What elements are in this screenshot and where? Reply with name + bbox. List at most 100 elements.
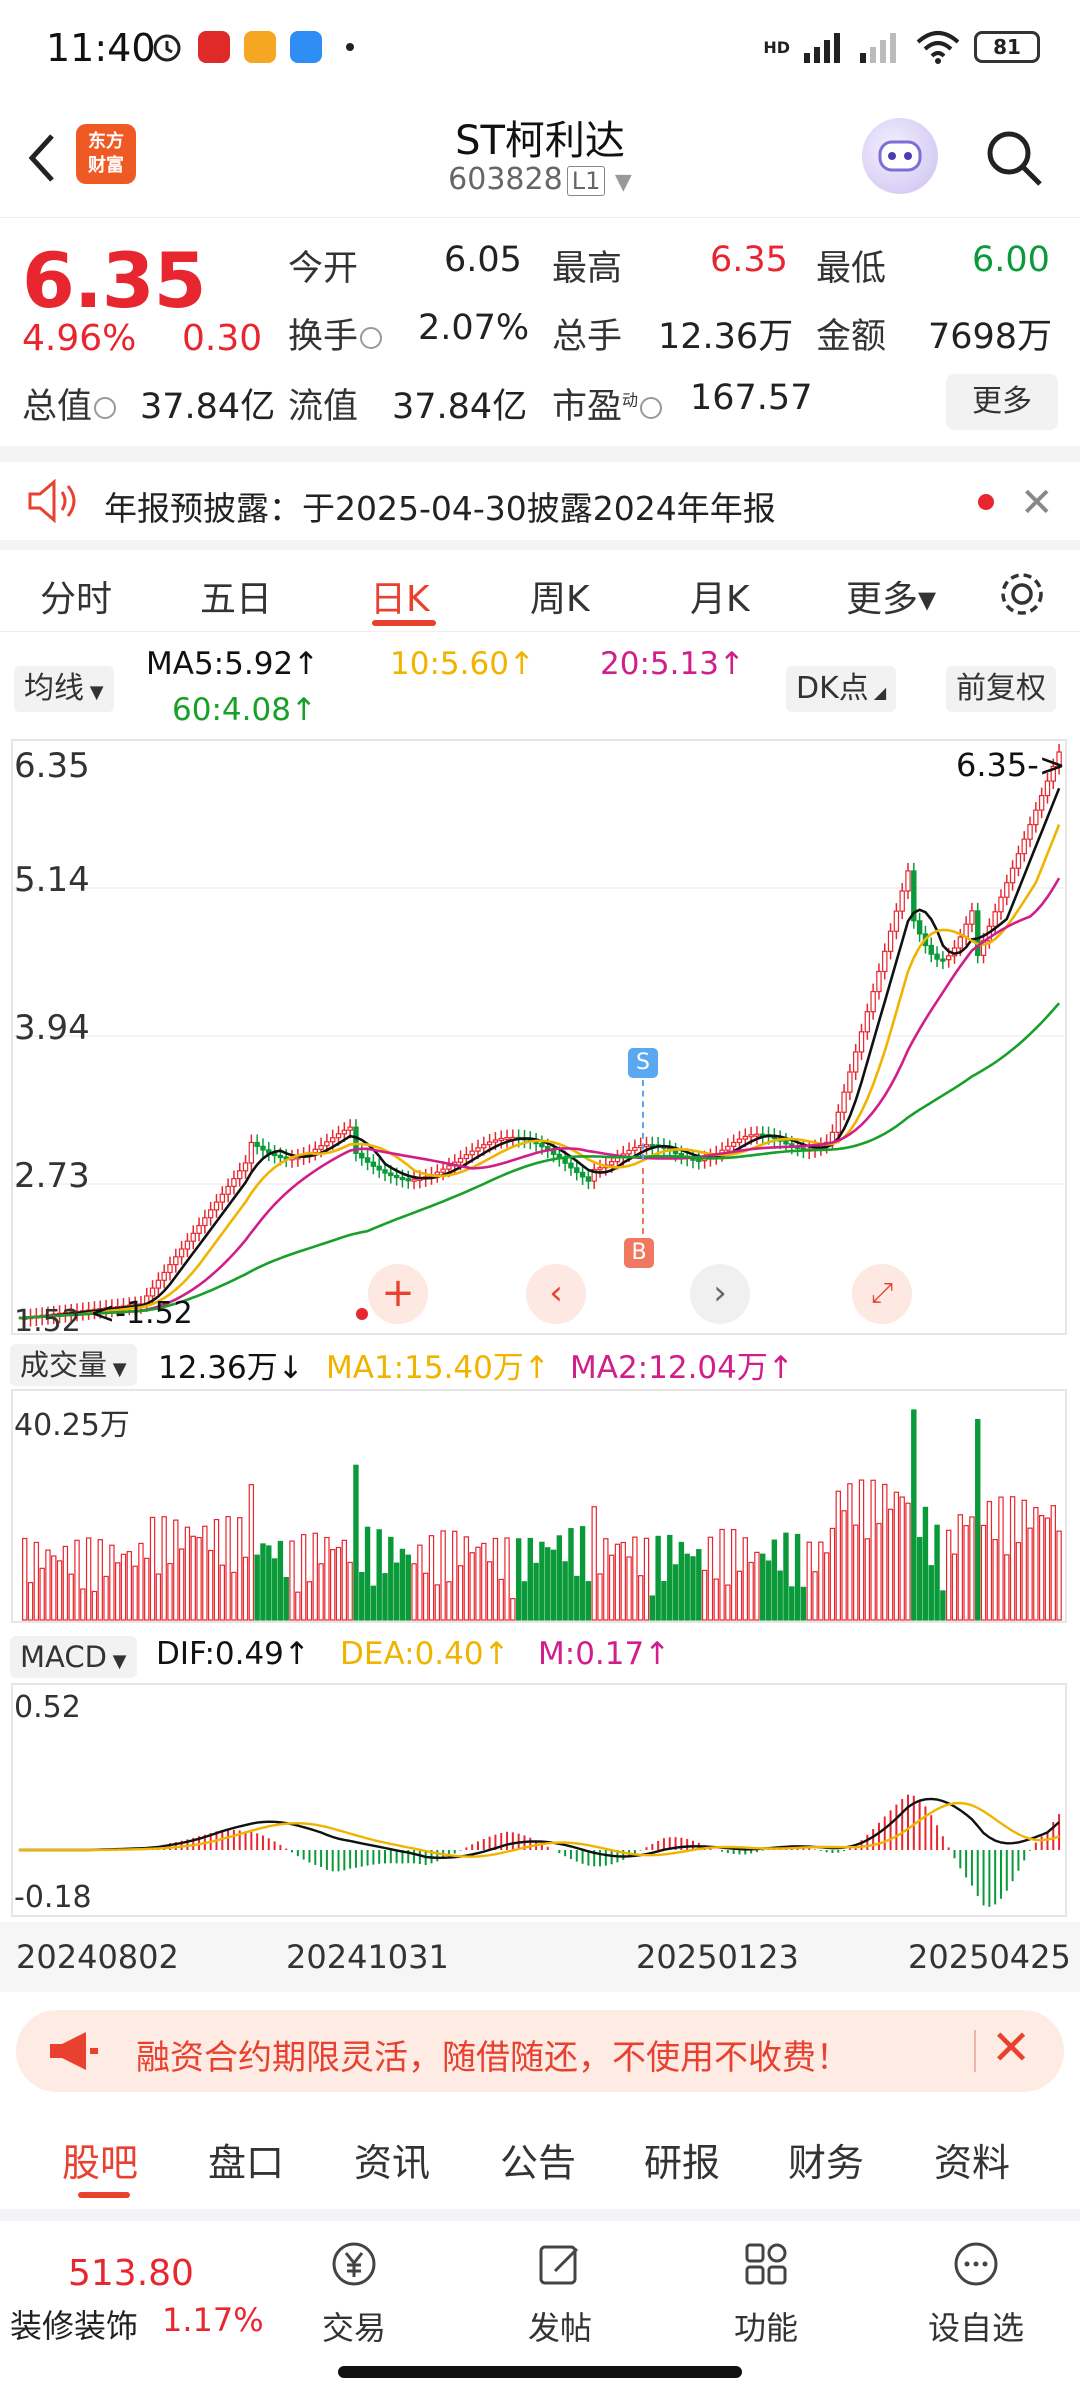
macd-m: M:0.17↑ — [538, 1636, 671, 1672]
functions-button[interactable]: 功能 — [706, 2239, 826, 2349]
grid-icon — [745, 2243, 787, 2285]
volume-bar — [27, 1582, 34, 1621]
candle-body — [893, 910, 900, 932]
sell-signal-line — [642, 1080, 644, 1160]
volume-bar — [527, 1537, 533, 1621]
volume-bar — [591, 1506, 597, 1621]
volume-bar — [353, 1464, 359, 1621]
volume-bar — [173, 1519, 179, 1621]
zoom-in-button[interactable]: + — [368, 1264, 428, 1324]
yuan-exchange-icon — [332, 2242, 376, 2286]
candle-body — [550, 1149, 557, 1155]
margin-ad-banner[interactable]: 融资合约期限灵活，随借随还，不使用不收费！ ✕ — [16, 2010, 1064, 2092]
volume-bar — [225, 1516, 231, 1621]
chevron-left-icon[interactable]: ‹ — [526, 1264, 586, 1324]
volume-bar — [829, 1527, 836, 1621]
volume-bar — [707, 1536, 714, 1621]
candle-body — [632, 1146, 638, 1151]
tab-research[interactable]: 研报 — [644, 2132, 720, 2187]
volume-bar — [178, 1548, 185, 1621]
sector-change: 1.17% — [162, 2301, 264, 2339]
close-icon[interactable]: ✕ — [991, 2020, 1031, 2076]
volume-bar — [521, 1581, 528, 1621]
candle-body — [876, 970, 882, 993]
candle-body — [934, 953, 940, 960]
candle-body — [335, 1133, 342, 1139]
volume-bar — [219, 1564, 225, 1621]
candle-body — [870, 990, 876, 1013]
volume-bar — [515, 1538, 522, 1621]
volume-bar — [800, 1586, 807, 1621]
tab-forum[interactable]: 股吧 — [62, 2132, 138, 2187]
volume-selector[interactable]: 成交量 ▼ — [10, 1344, 137, 1386]
candle-body — [237, 1170, 243, 1180]
sector-index-value[interactable]: 513.80 — [68, 2253, 194, 2294]
ad-text: 融资合约期限灵活，随借随还，不使用不收费！ — [136, 2038, 850, 2078]
candle-body — [440, 1168, 446, 1173]
kline-chart[interactable] — [0, 0, 1080, 2000]
volume-bar — [667, 1534, 673, 1621]
edit-icon — [539, 2245, 579, 2285]
tab-profile[interactable]: 资料 — [934, 2132, 1010, 2187]
volume-bar — [574, 1575, 580, 1621]
volume-bar — [922, 1506, 929, 1621]
volume-bar — [806, 1541, 812, 1621]
volume-bar — [876, 1522, 882, 1621]
volume-bar — [405, 1554, 411, 1621]
candle-body — [945, 955, 952, 961]
volume-bar — [725, 1584, 731, 1621]
volume-bar — [1033, 1506, 1039, 1621]
post-button[interactable]: 发帖 — [500, 2239, 620, 2349]
volume-bar — [940, 1590, 946, 1621]
sell-signal-marker[interactable]: S — [628, 1048, 658, 1078]
volume-bar — [603, 1538, 609, 1621]
volume-bar — [911, 1409, 917, 1621]
volume-bar — [643, 1537, 650, 1621]
volume-bar — [190, 1535, 196, 1621]
volume-bar — [858, 1479, 865, 1621]
candle-body — [1015, 853, 1022, 869]
volume-bar — [126, 1550, 133, 1621]
volume-bar — [823, 1552, 830, 1621]
volume-bar — [794, 1533, 801, 1621]
y-tick-3: 3.94 — [14, 1008, 90, 1048]
macd-selector[interactable]: MACD ▼ — [10, 1636, 137, 1678]
chevron-right-icon[interactable]: › — [690, 1264, 750, 1324]
date-tick-2: 20241031 — [286, 1938, 449, 1976]
candle-body — [608, 1161, 615, 1166]
fullscreen-icon[interactable]: ⤢ — [852, 1264, 912, 1324]
volume-bars — [22, 1409, 1062, 1621]
volume-bar — [934, 1524, 940, 1621]
candle-body — [696, 1158, 702, 1163]
candle-body — [231, 1178, 237, 1188]
volume-bar — [533, 1562, 539, 1621]
candle-body — [260, 1145, 266, 1151]
sector-name[interactable]: 装修装饰 — [10, 2301, 138, 2347]
volume-ma1: MA1:15.40万↑ — [326, 1350, 550, 1386]
volume-bar — [1027, 1527, 1033, 1621]
buy-signal-marker[interactable]: B — [624, 1238, 654, 1268]
candle-body — [916, 920, 923, 935]
volume-bar — [161, 1516, 167, 1621]
volume-bar — [701, 1569, 708, 1621]
add-watchlist-button[interactable]: 设自选 — [916, 2239, 1036, 2349]
volume-bar — [1056, 1530, 1062, 1621]
volume-bar — [672, 1564, 679, 1621]
high-marker: 6.35-> — [956, 746, 1066, 784]
volume-bar — [992, 1538, 998, 1621]
candle-body — [539, 1142, 545, 1148]
tab-financials[interactable]: 财务 — [788, 2132, 864, 2187]
more-dots-icon — [954, 2242, 998, 2286]
candle-body — [446, 1165, 452, 1170]
candle-body — [225, 1185, 231, 1195]
tab-announcements[interactable]: 公告 — [500, 2132, 576, 2187]
volume-bar — [882, 1483, 888, 1621]
volume-bar — [928, 1565, 934, 1621]
trade-button[interactable]: 交易 — [294, 2239, 414, 2349]
volume-bar — [835, 1490, 841, 1621]
tab-order-book[interactable]: 盘口 — [208, 2132, 284, 2187]
candle-body — [149, 1287, 156, 1297]
volume-bar — [765, 1560, 772, 1621]
candle-body — [382, 1169, 388, 1174]
tab-news[interactable]: 资讯 — [354, 2132, 430, 2187]
